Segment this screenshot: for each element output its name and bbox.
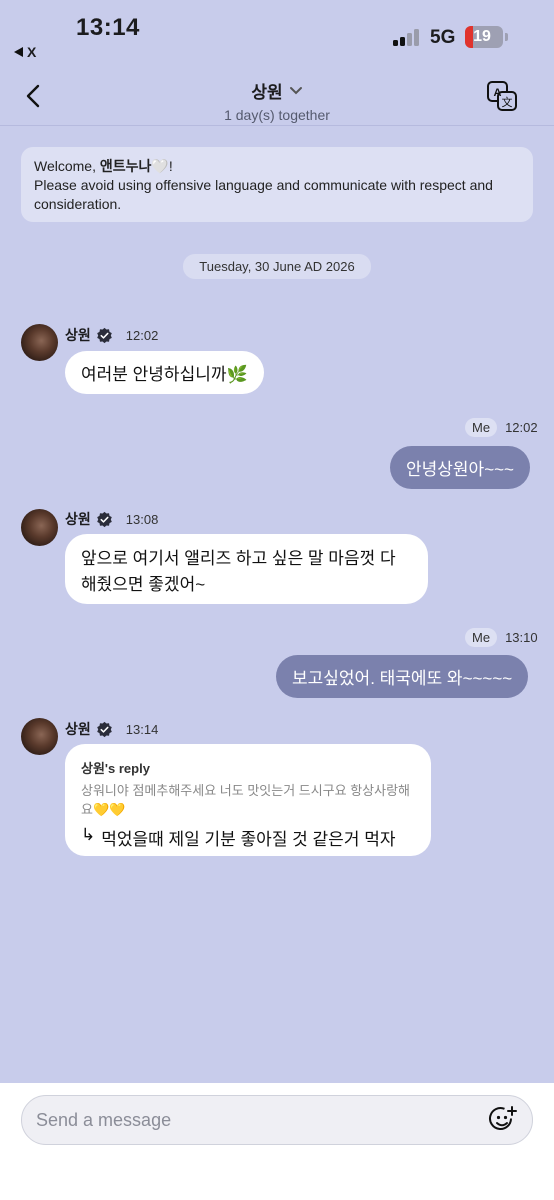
me-label: Me [465,628,498,647]
message-input[interactable] [36,1096,476,1144]
verified-badge-icon [96,511,112,527]
battery-level: 19 [473,28,491,45]
incoming-message-bubble[interactable]: 앞으로 여기서 앨리즈 하고 싶은 말 마음껏 다 해줬으면 좋겠어~ [65,534,428,604]
chat-title-area[interactable]: 상원 1 day(s) together [0,78,554,123]
chevron-down-icon [289,86,302,94]
message-text: 여러분 안녕하십니까🌿 [81,365,248,384]
me-label: Me [465,418,498,437]
emoji-button[interactable] [488,1105,518,1135]
status-bar: 13:14 X 5G 19 [0,0,554,66]
message-sender-row: 상원 13:08 [65,509,158,529]
sender-name: 상원 [65,721,91,737]
incoming-message-bubble[interactable]: 여러분 안녕하십니까🌿 [65,351,264,394]
message-time: 13:14 [125,721,159,737]
avatar[interactable] [21,718,58,755]
status-time: 13:14 [76,14,140,41]
verified-badge-icon [96,327,112,343]
network-type: 5G [430,27,456,48]
quoted-message[interactable]: 상워니야 점메추해주세요 너도 맛잇는거 드시구요 항상사랑해요💛💛 [81,781,415,819]
avatar[interactable] [21,324,58,361]
translate-icon: A 文 [487,81,517,111]
sender-name: 상원 [65,327,91,343]
message-text: 안녕상원아~~~ [406,460,514,479]
outgoing-meta-row: Me 12:02 [465,418,538,437]
message-input-box [21,1095,533,1145]
translate-button[interactable]: A 文 [486,80,518,112]
welcome-notice: Welcome, 앤트누나🤍! Please avoid using offen… [21,147,533,222]
message-text: 보고싶었어. 태국에또 와~~~~~ [292,669,513,688]
return-app-label: X [27,44,37,60]
signal-icon [393,28,423,46]
message-time: 12:02 [505,420,538,435]
notice-body: Please avoid using offensive language an… [34,177,493,212]
chat-subtitle: 1 day(s) together [224,107,330,123]
chat-title: 상원 [251,83,283,102]
message-time: 13:10 [505,630,538,645]
message-sender-row: 상원 13:14 [65,719,158,739]
outgoing-meta-row: Me 13:10 [465,628,538,647]
svg-text:文: 文 [502,95,513,109]
welcome-prefix: Welcome, [34,158,100,174]
reply-text-row: ↳ 먹었을때 제일 기분 좋아질 것 같은거 먹자 [81,825,415,850]
welcome-username: 앤트누나 [99,158,152,174]
sender-name: 상원 [65,511,91,527]
reply-title: 상원's reply [81,761,150,776]
message-sender-row: 상원 12:02 [65,325,158,345]
chat-header: 상원 1 day(s) together A 文 [0,66,554,126]
back-triangle-icon [14,47,23,57]
message-time: 12:02 [125,327,159,343]
date-separator: Tuesday, 30 June AD 2026 [183,254,371,279]
svg-text:A: A [494,87,502,99]
return-to-app[interactable]: X [14,44,36,60]
reply-arrow-icon: ↳ [81,825,96,844]
outgoing-message-bubble[interactable]: 보고싶었어. 태국에또 와~~~~~ [276,655,529,698]
composer-bar [0,1083,554,1200]
message-text: 앞으로 여기서 앨리즈 하고 싶은 말 마음껏 다 해줬으면 좋겠어~ [81,549,396,594]
message-time: 13:08 [125,511,159,527]
emoji-add-icon [489,1106,517,1130]
outgoing-message-bubble[interactable]: 안녕상원아~~~ [390,446,530,489]
message-text: 먹었을때 제일 기분 좋아질 것 같은거 먹자 [101,830,396,849]
avatar[interactable] [21,509,58,546]
reply-message-bubble[interactable]: 상원's reply 상워니야 점메추해주세요 너도 맛잇는거 드시구요 항상사… [65,744,431,856]
verified-badge-icon [96,721,112,737]
welcome-suffix: 🤍! [151,158,173,174]
battery-icon: 19 [465,26,508,48]
